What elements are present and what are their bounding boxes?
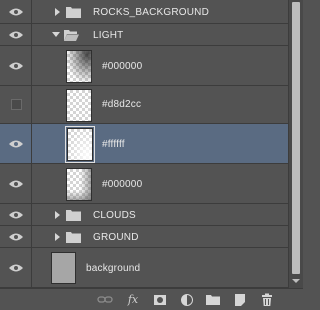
new-layer-icon[interactable] bbox=[233, 293, 247, 307]
layer-row[interactable]: #d8d2cc bbox=[0, 86, 288, 124]
fx-label: fx bbox=[127, 293, 139, 306]
layer-row[interactable]: #000000 bbox=[0, 46, 288, 86]
expand-arrow-icon[interactable] bbox=[55, 8, 60, 16]
layer-row-selected[interactable]: #ffffff bbox=[0, 124, 288, 164]
visibility-cell[interactable] bbox=[0, 24, 32, 45]
link-layers-icon[interactable] bbox=[97, 293, 113, 307]
visibility-cell[interactable] bbox=[0, 124, 32, 163]
folder-icon bbox=[66, 7, 81, 18]
folder-icon bbox=[66, 210, 81, 221]
layer-thumbnail bbox=[51, 252, 76, 284]
layer-name: GROUND bbox=[93, 232, 139, 243]
expand-arrow-icon[interactable] bbox=[55, 211, 60, 219]
layers-footer-toolbar: fx bbox=[0, 288, 303, 310]
layer-row-background[interactable]: background bbox=[0, 248, 288, 288]
eye-icon[interactable] bbox=[9, 211, 23, 219]
eye-icon[interactable] bbox=[9, 140, 23, 148]
fx-icon[interactable]: fx bbox=[125, 293, 141, 307]
layer-name: LIGHT bbox=[93, 30, 124, 41]
visibility-cell[interactable] bbox=[0, 86, 32, 123]
eye-icon[interactable] bbox=[9, 180, 23, 188]
layer-name: #000000 bbox=[102, 179, 143, 190]
visibility-cell[interactable] bbox=[0, 226, 32, 247]
eye-icon[interactable] bbox=[9, 233, 23, 241]
layer-group-clouds[interactable]: CLOUDS bbox=[0, 204, 288, 226]
visibility-cell[interactable] bbox=[0, 0, 32, 23]
layer-thumbnail bbox=[66, 89, 92, 122]
eye-icon[interactable] bbox=[9, 62, 23, 70]
expand-arrow-icon[interactable] bbox=[55, 233, 60, 241]
folder-open-icon bbox=[64, 30, 79, 41]
layer-group-light[interactable]: LIGHT bbox=[0, 24, 288, 46]
layer-name: #d8d2cc bbox=[102, 99, 142, 110]
new-group-icon[interactable] bbox=[206, 293, 221, 307]
layer-thumbnail bbox=[66, 168, 92, 201]
layer-name: background bbox=[86, 263, 141, 274]
eye-icon[interactable] bbox=[9, 264, 23, 272]
layer-group-ground[interactable]: GROUND bbox=[0, 226, 288, 248]
layers-list: ROCKS_BACKGROUND LIGHT #000000 #d8d2cc #… bbox=[0, 0, 288, 288]
scrollbar[interactable] bbox=[288, 0, 303, 288]
visibility-cell[interactable] bbox=[0, 46, 32, 85]
collapse-arrow-icon[interactable] bbox=[52, 32, 60, 37]
layer-row[interactable]: #000000 bbox=[0, 164, 288, 204]
trash-icon[interactable] bbox=[260, 293, 274, 307]
layers-panel: ROCKS_BACKGROUND LIGHT #000000 #d8d2cc #… bbox=[0, 0, 303, 310]
layer-name: ROCKS_BACKGROUND bbox=[93, 7, 209, 18]
add-mask-icon[interactable] bbox=[153, 293, 167, 307]
eye-icon[interactable] bbox=[9, 8, 23, 16]
visibility-off-box[interactable] bbox=[11, 99, 22, 110]
layer-group-rocks-background[interactable]: ROCKS_BACKGROUND bbox=[0, 0, 288, 24]
layer-thumbnail bbox=[65, 126, 95, 163]
layer-name: #ffffff bbox=[102, 139, 125, 150]
folder-icon bbox=[66, 232, 81, 243]
scroll-down-arrow-icon[interactable] bbox=[292, 279, 300, 283]
layer-thumbnail bbox=[66, 50, 92, 83]
visibility-cell[interactable] bbox=[0, 248, 32, 287]
scrollbar-thumb[interactable] bbox=[292, 2, 300, 274]
visibility-cell[interactable] bbox=[0, 164, 32, 203]
visibility-cell[interactable] bbox=[0, 204, 32, 225]
layer-name: #000000 bbox=[102, 61, 143, 72]
layer-name: CLOUDS bbox=[93, 210, 136, 221]
adjustment-layer-icon[interactable] bbox=[180, 293, 194, 307]
eye-icon[interactable] bbox=[9, 31, 23, 39]
